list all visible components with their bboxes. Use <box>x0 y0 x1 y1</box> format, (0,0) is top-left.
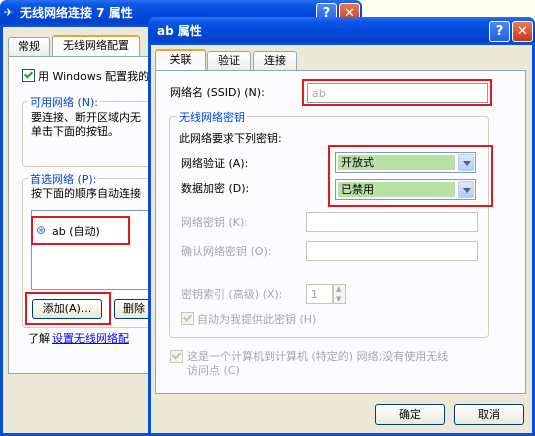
use-windows-config-checkbox[interactable] <box>22 69 35 82</box>
adhoc-label-line1: 这是一个计算机到计算机 (特定的) 网络;没有使用无线 <box>187 350 449 363</box>
tab-wireless-config[interactable]: 无线网络配置 <box>52 35 140 57</box>
tab-connection[interactable]: 连接 <box>253 51 297 71</box>
available-networks-desc-2: 单击下面的按钮。 <box>31 125 119 138</box>
cancel-button-label: 取消 <box>478 408 500 421</box>
ok-button-label: 确定 <box>399 408 421 421</box>
bg-window-title: 无线网络连接 7 属性 <box>20 6 133 20</box>
cancel-button[interactable]: 取消 <box>454 404 524 425</box>
data-encryption-label: 数据加密 (D): <box>181 182 250 195</box>
highlight-box-network-item <box>31 216 130 245</box>
auto-key-checkbox[interactable] <box>181 312 194 325</box>
ok-button[interactable]: 确定 <box>375 404 445 425</box>
preferred-networks-label: 首选网络 (P): <box>28 171 99 187</box>
remove-network-button-label: 删除 <box>123 302 145 315</box>
confirm-key-input[interactable] <box>306 241 478 261</box>
key-index-input[interactable]: 1 <box>306 284 333 304</box>
highlight-box-security <box>328 145 493 207</box>
use-windows-config-label: 用 Windows 配置我的 <box>38 70 150 83</box>
tab-authentication-label: 验证 <box>218 54 240 67</box>
auto-key-label: 自动为我提供此密钥 (H) <box>197 313 317 326</box>
highlight-box-ssid <box>302 79 492 106</box>
available-networks-label: 可用网络 (N): <box>28 94 101 110</box>
tab-general[interactable]: 常规 <box>8 37 50 57</box>
network-key-label: 网络密钥 (K): <box>181 216 248 229</box>
adhoc-checkbox[interactable] <box>170 350 183 363</box>
tab-wireless-config-label: 无线网络配置 <box>63 39 129 52</box>
available-networks-desc-1: 要连接、断开区域内无 <box>31 111 141 124</box>
dialog-title: ab 属性 <box>157 24 202 38</box>
adhoc-label-line2: 访问点 (C) <box>187 364 240 377</box>
key-required-text: 此网络要求下列密钥: <box>179 132 282 145</box>
bg-window-icon: ✈ <box>4 6 14 19</box>
network-auth-label: 网络验证 (A): <box>181 157 249 170</box>
dialog-close-icon[interactable]: ✕ <box>512 21 533 42</box>
key-index-spinner[interactable]: ▲ ▼ <box>333 284 346 304</box>
tab-association-label: 关联 <box>169 53 192 66</box>
key-index-value: 1 <box>311 288 318 301</box>
tab-general-label: 常规 <box>18 40 40 53</box>
learn-prefix: 了解 <box>28 332 50 345</box>
tab-association[interactable]: 关联 <box>155 49 206 71</box>
dialog-help-icon[interactable]: ? <box>489 21 510 42</box>
network-key-input[interactable] <box>306 212 478 232</box>
ssid-label: 网络名 (SSID) (N): <box>170 86 265 99</box>
dialog-titlebar[interactable]: ab 属性 ? ✕ <box>148 17 535 45</box>
tab-connection-label: 连接 <box>264 54 286 67</box>
preferred-networks-desc: 按下面的顺序自动连接 <box>31 187 141 200</box>
learn-setup-link[interactable]: 设置无线网络配 <box>52 332 129 345</box>
confirm-key-label: 确认网络密钥 (O): <box>181 245 272 258</box>
spin-down-icon: ▼ <box>336 295 342 303</box>
wireless-key-group-label: 无线网络密钥 <box>177 109 247 125</box>
highlight-box-add-button <box>25 292 111 325</box>
key-index-label: 密钥索引 (高级) (X): <box>181 288 283 301</box>
tab-authentication[interactable]: 验证 <box>207 51 251 71</box>
